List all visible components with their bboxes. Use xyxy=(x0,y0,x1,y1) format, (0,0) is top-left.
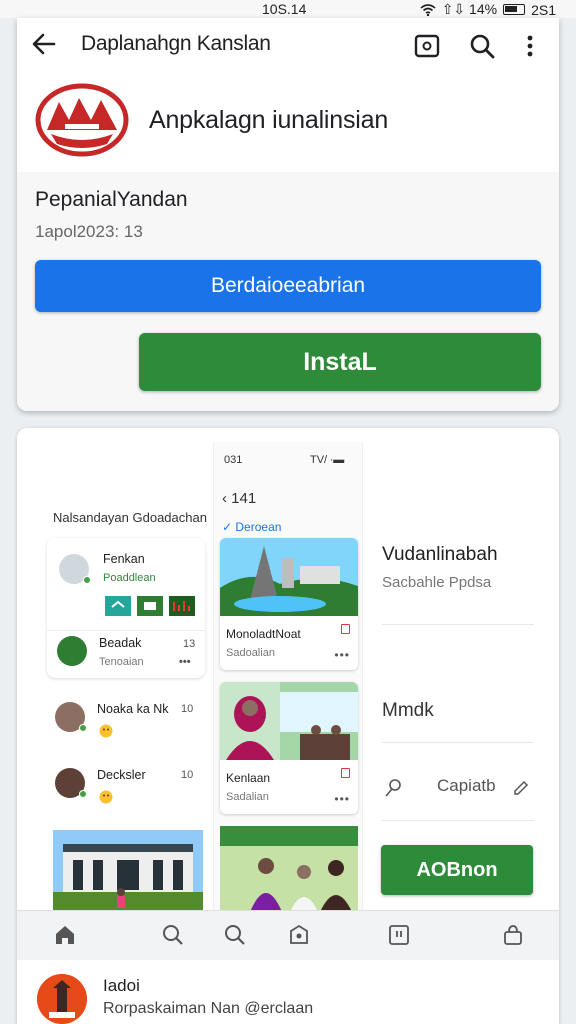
status-battery: 2S1 xyxy=(531,1,556,18)
screenshot-preview-card[interactable]: Nalsandayan Gdoadachan Fenkan Poaddlean … xyxy=(17,428,559,1024)
phone-filter: ✓ Deroean xyxy=(222,520,282,534)
share-icon xyxy=(105,596,131,616)
list-item-name[interactable]: Decksler xyxy=(97,768,146,782)
phone-status-icons: TV/ ∙▬ xyxy=(310,454,345,466)
phone-back: ‹ 141 xyxy=(222,490,257,507)
list-item-count: 10 xyxy=(181,769,194,781)
tile-subtitle: Sadalian xyxy=(226,791,269,803)
app-bar-title: Daplanahgn Kanslan xyxy=(81,32,271,55)
status-time: 10S.14 xyxy=(262,1,307,17)
status-bar: 10S.14 ⇧⇩ 14% 2S1 xyxy=(0,0,576,18)
detail-title: Vudanlinabah xyxy=(382,544,498,565)
list-item-count: 13 xyxy=(183,638,196,650)
app-details-card: Daplanahgn Kanslan Anpkalagn iunalinsian… xyxy=(17,18,559,411)
bottom-nav xyxy=(17,910,559,960)
emoji-icon xyxy=(99,790,113,804)
list-item-name: Beadak xyxy=(99,636,142,650)
list-title: Nalsandayan Gdoadachan xyxy=(53,510,207,525)
tile-title: MonoladtNoat xyxy=(226,627,301,641)
landscape-image xyxy=(220,538,358,616)
bookmark-icon xyxy=(341,624,350,634)
grid-icon xyxy=(137,596,163,616)
pin-icon xyxy=(385,779,401,797)
search-icon[interactable] xyxy=(161,923,185,947)
app-header: Anpkalagn iunalinsian xyxy=(17,72,559,172)
tile-title: Kenlaan xyxy=(226,771,271,785)
list-item-sub: Tenoaian xyxy=(99,656,144,668)
more-horiz-icon[interactable]: ••• xyxy=(179,656,191,668)
chart-icon xyxy=(169,596,195,616)
people-image xyxy=(220,682,358,760)
list-item-sub: Poaddlean xyxy=(103,572,156,584)
bookmark-icon xyxy=(341,768,350,778)
install-button[interactable]: InstaL xyxy=(139,333,541,391)
detail-subtitle: Sacbahle Ppdsa xyxy=(382,574,492,591)
list-card[interactable]: Fenkan Poaddlean Beadak Tenoaian 13 ••• xyxy=(47,538,205,678)
action-button[interactable]: AOBnon xyxy=(381,845,533,895)
app-logo xyxy=(35,83,129,157)
tile-subtitle: Sadoalian xyxy=(226,647,275,659)
list-item-name[interactable]: Noaka ka Nk xyxy=(97,702,169,716)
divider xyxy=(382,624,534,625)
group-image xyxy=(220,826,358,912)
screen-icon[interactable] xyxy=(413,32,441,60)
online-dot xyxy=(79,724,87,732)
divider xyxy=(382,820,534,821)
list-item-count: 10 xyxy=(181,703,194,715)
emoji-icon xyxy=(99,724,113,738)
bag-icon[interactable] xyxy=(501,923,525,947)
footer-logo xyxy=(37,974,87,1024)
apply-link[interactable]: Capiatb xyxy=(437,776,496,796)
home-icon[interactable] xyxy=(53,923,77,947)
app-bar: Daplanahgn Kanslan xyxy=(17,18,559,72)
building-image xyxy=(53,830,203,910)
store-icon[interactable] xyxy=(287,923,311,947)
wifi-icon xyxy=(420,3,436,16)
battery-icon xyxy=(503,4,526,15)
install-section: PepanialYandan 1apol2023: 13 Berdaioeeab… xyxy=(17,172,559,411)
search-icon[interactable] xyxy=(223,923,247,947)
publisher-name[interactable]: PepanialYandan xyxy=(35,188,188,212)
content-tile: MonoladtNoat Sadoalian ••• xyxy=(220,538,358,670)
footer-item[interactable]: Iadoi Rorpaskaiman Nan @erclaan xyxy=(17,960,559,1024)
apps-icon[interactable] xyxy=(387,923,411,947)
app-name: Anpkalagn iunalinsian xyxy=(149,106,389,134)
release-date: 1apol2023: 13 xyxy=(35,222,143,241)
detail-text: Mmdk xyxy=(382,700,434,721)
primary-action-button[interactable]: Berdaioeeabrian xyxy=(35,260,541,312)
more-vert-icon[interactable] xyxy=(522,32,538,60)
footer-subtitle: Rorpaskaiman Nan @erclaan xyxy=(103,1000,314,1017)
phone-screenshot: 031 TV/ ∙▬ ‹ 141 ✓ Deroean MonoladtNoat … xyxy=(213,442,363,927)
avatar xyxy=(57,636,87,666)
more-horiz-icon: ••• xyxy=(334,648,350,662)
divider xyxy=(382,742,534,743)
more-horiz-icon: ••• xyxy=(334,792,350,806)
search-icon[interactable] xyxy=(468,32,496,60)
status-signal: ⇧⇩ 14% xyxy=(441,1,498,17)
list-item-name: Fenkan xyxy=(103,552,145,566)
content-tile: Kenlaan Sadalian ••• xyxy=(220,682,358,814)
back-arrow-icon[interactable] xyxy=(31,31,57,57)
online-dot xyxy=(83,576,91,584)
edit-icon[interactable] xyxy=(511,778,531,798)
footer-title: Iadoi xyxy=(103,976,140,995)
online-dot xyxy=(79,790,87,798)
